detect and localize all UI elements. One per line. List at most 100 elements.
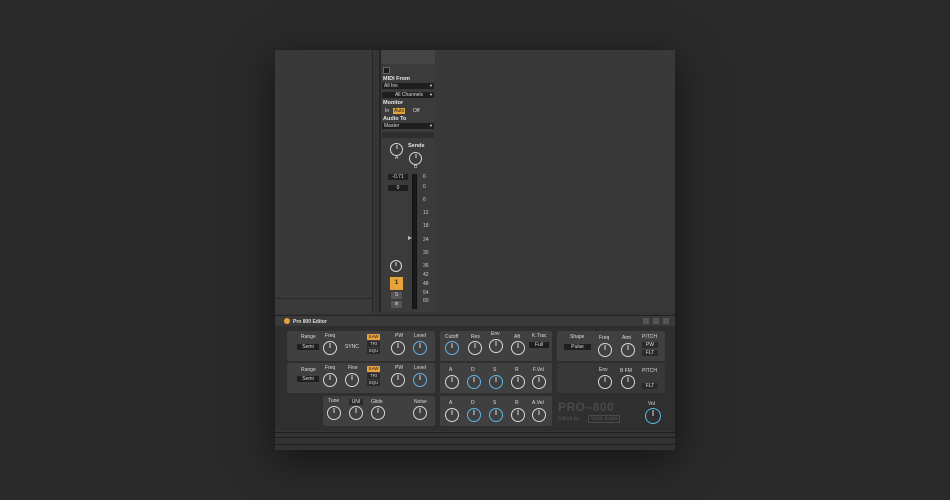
ktrac-label: K.Trac: [532, 333, 547, 339]
audio-to-select[interactable]: Master: [382, 123, 434, 129]
filter-env-section: A D S R F.Vel: [440, 363, 552, 393]
midi-from-select[interactable]: All Ins: [382, 83, 434, 89]
bottom-bar: [275, 432, 675, 450]
fvel-label: F.Vel: [533, 367, 544, 373]
pmod-flt-button[interactable]: FLT: [642, 383, 658, 389]
filter-section: Cutoff Res Env Aft K.Trac Full: [440, 331, 552, 361]
vol-knob[interactable]: [645, 408, 661, 424]
osc2-level-label: Level: [414, 365, 426, 371]
osc1-range-label: Range: [301, 334, 316, 340]
lfo-shape-select[interactable]: Pulse: [564, 344, 591, 350]
audio-to-sub-select[interactable]: [382, 132, 434, 138]
meter-scale-10: 54: [423, 290, 429, 296]
pmod-pitch-label: PITCH: [642, 368, 657, 374]
osc2-range-label: Range: [301, 367, 316, 373]
channel-select[interactable]: All Channels: [382, 92, 434, 98]
lfo-freq-knob[interactable]: [598, 343, 612, 357]
device-fold-icon[interactable]: [643, 318, 649, 324]
aenv-r-knob[interactable]: [511, 408, 525, 422]
cutoff-knob[interactable]: [445, 341, 459, 355]
env-label: Env: [491, 331, 500, 337]
aenv-d-label: D: [471, 400, 475, 406]
aft-label: Aft: [514, 334, 521, 340]
fvel-knob[interactable]: [532, 375, 546, 389]
res-knob[interactable]: [468, 341, 482, 355]
osc1-freq-knob[interactable]: [323, 341, 337, 355]
osc1-section: Range Semi Freq SYNC SAW TRI SQU PW Leve…: [287, 331, 435, 361]
osc1-freq-label: Freq: [325, 333, 336, 339]
fenv-r-label: R: [515, 367, 519, 373]
noise-knob[interactable]: [413, 406, 427, 420]
aenv-r-label: R: [515, 400, 519, 406]
lfo-pw-button[interactable]: PW: [642, 342, 658, 348]
avel-knob[interactable]: [532, 408, 546, 422]
aenv-a-knob[interactable]: [445, 408, 459, 422]
pro800-logo: PRO–800: [558, 400, 615, 414]
track-activator-button[interactable]: 1: [390, 277, 403, 290]
aenv-d-knob[interactable]: [467, 408, 481, 422]
osc2-fine-knob[interactable]: [345, 373, 359, 387]
fenv-d-knob[interactable]: [467, 375, 481, 389]
credit-prefix: Edited by: [558, 416, 579, 422]
osc1-squ-button[interactable]: SQU: [367, 348, 380, 354]
osc1-saw-button[interactable]: SAW: [367, 334, 380, 340]
cutoff-label: Cutoff: [445, 334, 459, 340]
meter-scale-2: 6: [423, 197, 426, 203]
osc1-level-label: Level: [414, 333, 426, 339]
lfo-amt-knob[interactable]: [621, 343, 635, 357]
osc1-range-select[interactable]: Semi: [297, 344, 319, 350]
fader-handle[interactable]: [408, 236, 412, 240]
aenv-s-knob[interactable]: [489, 408, 503, 422]
pmod-env-knob[interactable]: [598, 375, 612, 389]
tune-knob[interactable]: [327, 406, 341, 420]
tune-label: Tune: [328, 398, 340, 404]
osc1-pw-knob[interactable]: [391, 341, 405, 355]
device-settings-icon[interactable]: [653, 318, 659, 324]
meter-scale-8: 42: [423, 272, 429, 278]
uni-button[interactable]: UNI: [349, 399, 363, 405]
filter-env-knob[interactable]: [489, 339, 503, 353]
clip-stop-button[interactable]: [383, 67, 390, 74]
pan-knob[interactable]: [390, 260, 402, 272]
fenv-s-knob[interactable]: [489, 375, 503, 389]
monitor-auto-button[interactable]: Auto: [393, 108, 406, 114]
osc2-freq-knob[interactable]: [323, 373, 337, 387]
monitor-in-button[interactable]: In: [384, 108, 390, 114]
pmod-bfm-knob[interactable]: [621, 375, 635, 389]
aft-knob[interactable]: [511, 341, 525, 355]
poly-mod-section: Env B FM PITCH FLT: [557, 363, 665, 393]
monitor-off-button[interactable]: Off: [412, 108, 421, 114]
left-clip-pane: [275, 50, 373, 313]
osc2-level-knob[interactable]: [413, 373, 427, 387]
osc2-tri-button[interactable]: TRI: [367, 373, 380, 379]
osc1-tri-button[interactable]: TRI: [367, 341, 380, 347]
fenv-d-label: D: [471, 367, 475, 373]
osc2-saw-button[interactable]: SAW: [367, 366, 380, 372]
right-mixer-pane: [435, 50, 675, 312]
pro800-device: Pro 800 Editor Range Semi Freq SYNC SAW …: [275, 315, 675, 431]
osc2-pw-knob[interactable]: [391, 373, 405, 387]
uni-knob[interactable]: [349, 406, 363, 420]
osc1-level-knob[interactable]: [413, 341, 427, 355]
glide-label: Glide: [371, 399, 383, 405]
send-b-label: B: [414, 164, 418, 170]
ktrac-select[interactable]: Full: [529, 342, 549, 348]
amp-env-section: A D S R A.Vel: [440, 396, 552, 426]
arm-button[interactable]: ⊘: [391, 301, 402, 308]
device-power-icon[interactable]: [284, 318, 290, 324]
pan-value[interactable]: 0: [388, 185, 408, 191]
osc2-squ-button[interactable]: SQU: [367, 380, 380, 386]
fenv-a-knob[interactable]: [445, 375, 459, 389]
osc1-sync-button[interactable]: SYNC: [345, 344, 359, 350]
glide-knob[interactable]: [371, 406, 385, 420]
res-label: Res: [471, 334, 480, 340]
solo-button[interactable]: S: [391, 292, 402, 299]
lfo-flt-button[interactable]: FLT: [642, 350, 658, 356]
volume-value[interactable]: -0.71: [388, 174, 408, 180]
device-save-icon[interactable]: [663, 318, 669, 324]
osc2-range-select[interactable]: Semi: [297, 376, 319, 382]
fenv-r-knob[interactable]: [511, 375, 525, 389]
volume-meter[interactable]: [408, 174, 417, 309]
device-header: Pro 800 Editor: [275, 316, 675, 326]
fenv-a-label: A: [449, 367, 453, 373]
